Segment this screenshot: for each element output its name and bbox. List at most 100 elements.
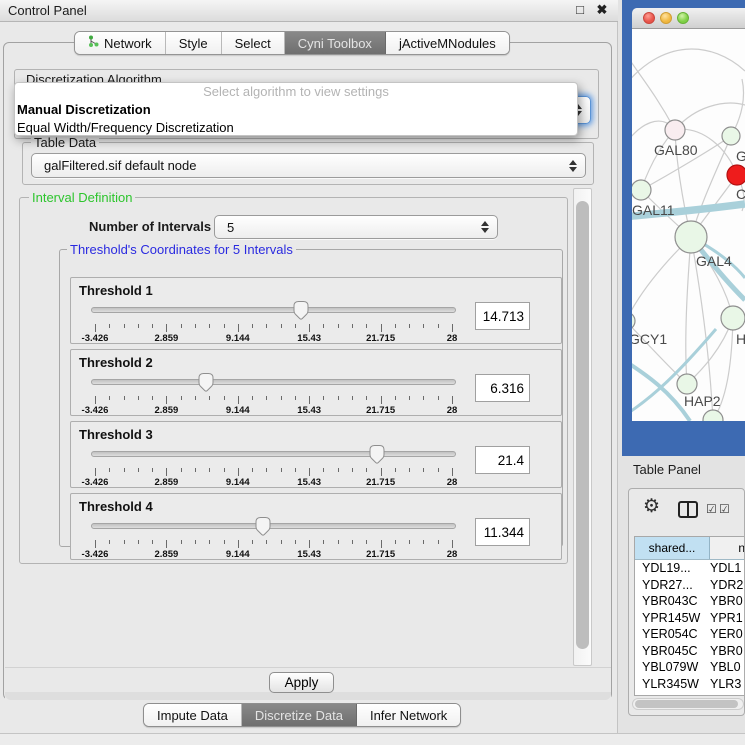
threshold-3-slider[interactable]: -3.4262.8599.14415.4321.71528: [95, 444, 452, 484]
slider-thumb[interactable]: [292, 300, 310, 321]
cell-shared-name: YBR043C: [635, 594, 710, 611]
apply-button[interactable]: Apply: [269, 672, 334, 693]
slider-track[interactable]: [91, 451, 456, 457]
tab-select[interactable]: Select: [222, 32, 285, 54]
slider-tick: [281, 468, 282, 472]
table-row[interactable]: YIL052CYIL0: [635, 693, 745, 695]
tab-infer-network[interactable]: Infer Network: [357, 704, 460, 726]
table-row[interactable]: YLR345WYLR3: [635, 677, 745, 694]
tab-cyni-toolbox[interactable]: Cyni Toolbox: [285, 32, 386, 54]
node-label-gal4: GAL4: [696, 253, 732, 269]
checkbox-icon[interactable]: ☑: [719, 503, 730, 515]
table-row[interactable]: YER054CYER0: [635, 627, 745, 644]
threshold-4-value-field[interactable]: [475, 518, 530, 546]
cell-shared-name: YER054C: [635, 627, 710, 644]
slider-tick: [181, 468, 182, 472]
slider-tick: [252, 540, 253, 544]
node-label-gcy1: GCY1: [632, 331, 667, 347]
slider-scale-label: 2.859: [155, 333, 179, 344]
slider-tick: [338, 468, 339, 472]
threshold-4-slider[interactable]: -3.4262.8599.14415.4321.71528: [95, 516, 452, 556]
slider-scale-label: 21.715: [366, 333, 395, 344]
column-layout-icon[interactable]: [678, 501, 698, 518]
slider-tick: [438, 468, 439, 472]
table-horizontal-scrollbar[interactable]: [632, 698, 744, 710]
slider-tick: [395, 396, 396, 400]
threshold-2-label: Threshold 2: [79, 355, 153, 370]
number-of-intervals-combobox[interactable]: 5: [214, 215, 498, 239]
cell-shared-name: YDR27...: [635, 578, 710, 595]
algorithm-item-equal-width[interactable]: Equal Width/Frequency Discretization: [15, 119, 577, 136]
slider-thumb[interactable]: [197, 372, 215, 393]
algorithm-item-manual[interactable]: Manual Discretization: [15, 101, 577, 119]
column-header-name[interactable]: n: [710, 537, 745, 559]
node-hap2[interactable]: [677, 374, 697, 394]
column-header-shared-name[interactable]: shared...: [635, 537, 710, 559]
slider-tick: [281, 324, 282, 328]
slider-tick: [195, 468, 196, 472]
network-canvas[interactable]: GAL80 GA GAL11 C GAL4 GCY1 H HAP2: [632, 29, 745, 421]
slider-tick: [352, 324, 353, 328]
checkbox-icon[interactable]: ☑: [706, 503, 717, 515]
threshold-1-value-field[interactable]: [475, 302, 530, 330]
node-bottom-partial[interactable]: [703, 410, 723, 421]
slider-tick: [95, 396, 96, 404]
mac-zoom-button[interactable]: [677, 12, 689, 24]
tab-jactivemnodules[interactable]: jActiveMNodules: [386, 32, 509, 54]
slider-tick: [152, 540, 153, 544]
slider-tick: [224, 540, 225, 544]
mac-close-button[interactable]: [643, 12, 655, 24]
mac-minimize-button[interactable]: [660, 12, 672, 24]
slider-track[interactable]: [91, 307, 456, 313]
slider-thumb[interactable]: [254, 516, 272, 537]
node-top-right[interactable]: [722, 127, 740, 145]
slider-tick: [323, 468, 324, 472]
table-row[interactable]: YDL19...YDL1: [635, 561, 745, 578]
slider-tick: [238, 324, 239, 332]
settings-scrollbar[interactable]: [573, 188, 592, 666]
node-highlighted-red[interactable]: [727, 165, 745, 185]
window-title: Control Panel: [8, 3, 87, 18]
close-window-icon[interactable]: ✖: [594, 2, 610, 18]
tab-style[interactable]: Style: [166, 32, 222, 54]
table-row[interactable]: YDR27...YDR2: [635, 578, 745, 595]
cell-shared-name: YIL052C: [635, 693, 710, 695]
node-gal4[interactable]: [675, 221, 707, 253]
table-row[interactable]: YBR043CYBR0: [635, 594, 745, 611]
threshold-2-slider[interactable]: -3.4262.8599.14415.4321.71528: [95, 372, 452, 412]
slider-thumb[interactable]: [368, 444, 386, 465]
network-window-titlebar: [632, 8, 745, 29]
table-row[interactable]: YBR045CYBR0: [635, 644, 745, 661]
slider-track[interactable]: [91, 523, 456, 529]
slider-tick: [309, 540, 310, 548]
node-gal11[interactable]: [632, 180, 651, 200]
table-row[interactable]: YPR145WYPR1: [635, 611, 745, 628]
tab-impute-data[interactable]: Impute Data: [144, 704, 242, 726]
threshold-3-label: Threshold 3: [79, 427, 153, 442]
threshold-1-slider[interactable]: -3.4262.8599.14415.4321.71528: [95, 300, 452, 340]
slider-tick: [352, 540, 353, 544]
slider-tick: [281, 540, 282, 544]
table-data-combobox[interactable]: galFiltered.sif default node: [31, 153, 586, 178]
cell-shared-name: YBR045C: [635, 644, 710, 661]
gear-icon[interactable]: ⚙: [643, 497, 660, 516]
slider-track[interactable]: [91, 379, 456, 385]
algorithm-dropdown-popup: Select algorithm to view settings Manual…: [14, 82, 578, 136]
node-gal80[interactable]: [665, 120, 685, 140]
node-gcy1[interactable]: [632, 312, 635, 330]
tab-network[interactable]: Network: [75, 32, 166, 54]
threshold-1-box: Threshold 1 -3.4262.8599.14415.4321.7152…: [70, 277, 562, 344]
threshold-3-value-field[interactable]: [475, 446, 530, 474]
settings-scroll-area: Interval Definition Number of Intervals …: [9, 187, 595, 667]
table-row[interactable]: YBL079WYBL0: [635, 660, 745, 677]
slider-tick: [252, 324, 253, 328]
node-mid-right[interactable]: [721, 306, 745, 330]
node-attribute-table: shared... n YDL19...YDL1YDR27...YDR2YBR0…: [634, 536, 745, 696]
slider-tick: [195, 396, 196, 400]
threshold-2-value-field[interactable]: [475, 374, 530, 402]
algorithm-placeholder-item[interactable]: Select algorithm to view settings: [15, 83, 577, 101]
slider-scale-label: 2.859: [155, 405, 179, 416]
status-bar-strip: [0, 733, 745, 745]
float-window-icon[interactable]: □: [572, 2, 588, 17]
tab-discretize-data[interactable]: Discretize Data: [242, 704, 357, 726]
